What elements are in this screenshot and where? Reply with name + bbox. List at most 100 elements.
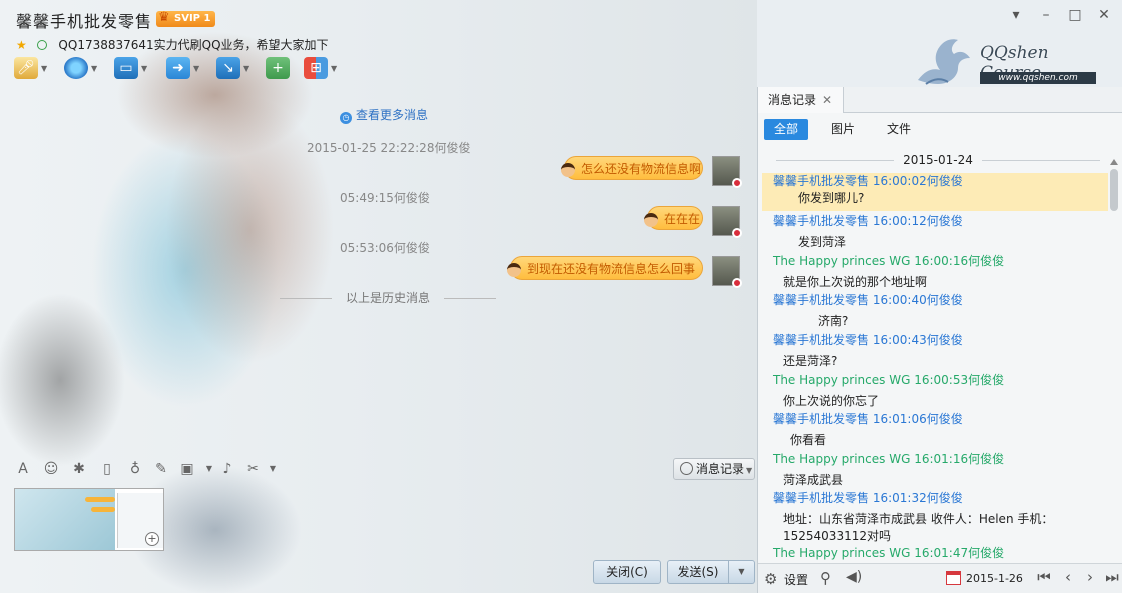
filter-files[interactable]: 文件 (877, 119, 921, 140)
previous-page-icon[interactable]: ‹ (1058, 568, 1078, 586)
message-header: 馨馨手机批发零售 16:01:32何俊俊 (762, 490, 1108, 507)
calendar-date[interactable]: 2015-1-26 (966, 572, 1023, 585)
avatar[interactable] (712, 206, 742, 238)
chevron-down-icon: ▼ (243, 63, 250, 73)
next-page-icon[interactable]: › (1080, 568, 1100, 586)
message-header: The Happy princes WG 16:00:53何俊俊 (762, 372, 1108, 389)
tab-message-history[interactable]: 消息记录 ✕ (758, 87, 844, 113)
sender-name: The Happy princes WG (773, 373, 911, 387)
scissors-icon[interactable]: ✂ (244, 460, 262, 478)
screen-share-icon: ▭ (114, 57, 138, 79)
tab-bar: 消息记录 ✕ (758, 87, 1122, 113)
voice-message-icon[interactable]: ♁ (126, 460, 144, 478)
search-icon[interactable]: ⚲ (820, 569, 831, 587)
video-call-button[interactable]: ▼ (64, 55, 97, 81)
list-item[interactable]: The Happy princes WG 16:01:16何俊俊 菏泽成武县 (762, 451, 1108, 489)
message-time: 16:00:53何俊俊 (914, 373, 1005, 387)
star-icon: ★ (16, 38, 27, 52)
message-header: The Happy princes WG 16:00:16何俊俊 (762, 253, 1108, 270)
sender-name: 馨馨手机批发零售 (773, 214, 870, 228)
thumbnail-bubble (85, 497, 115, 502)
list-item[interactable]: 馨馨手机批发零售 16:01:06何俊俊 你看看 (762, 411, 1108, 449)
first-page-icon[interactable]: ⏮︎ (1034, 568, 1054, 586)
avatar[interactable] (712, 156, 742, 188)
shake-icon[interactable]: ▯ (98, 460, 116, 478)
message-time: 16:01:16何俊俊 (914, 452, 1005, 466)
screen-share-button[interactable]: ▭ ▼ (114, 55, 147, 81)
list-item[interactable]: 馨馨手机批发零售 16:00:12何俊俊 发到菏泽 (762, 213, 1108, 251)
chevron-down-icon[interactable]: ▼ (264, 460, 282, 478)
history-button-label: 消息记录 (696, 462, 745, 476)
message-time: 16:01:47何俊俊 (914, 546, 1005, 560)
send-button[interactable]: 发送(S) (667, 560, 729, 584)
list-item[interactable]: The Happy princes WG 16:00:16何俊俊 就是你上次说的… (762, 253, 1108, 291)
history-scrollbar[interactable] (1109, 159, 1119, 561)
list-item[interactable]: 馨馨手机批发零售 16:00:43何俊俊 还是菏泽? (762, 332, 1108, 370)
settings-button[interactable]: 设置 (784, 571, 808, 588)
message-time: 16:01:06何俊俊 (872, 412, 963, 426)
file-transfer-button[interactable]: ➜ ▼ (166, 55, 199, 81)
chevron-down-icon: ▼ (193, 63, 200, 73)
message-time: 16:00:12何俊俊 (872, 214, 963, 228)
dropdown-menu-button[interactable]: ▾ (1004, 4, 1028, 26)
chevron-down-icon: ▼ (41, 63, 48, 73)
list-item[interactable]: The Happy princes WG 16:01:47何俊俊 (762, 545, 1108, 561)
screenshot-thumbnail[interactable]: + (14, 488, 164, 551)
view-more-messages-link[interactable]: ◷ 查看更多消息 (340, 106, 428, 124)
minimize-button[interactable]: – (1034, 4, 1058, 26)
message-text: 菏泽成武县 (783, 473, 844, 487)
message-time: 16:00:40何俊俊 (872, 293, 963, 307)
apps-button[interactable]: ⊞ ▼ (304, 55, 337, 81)
message-timestamp: 2015-01-25 22:22:28何俊俊 (307, 141, 471, 155)
last-page-icon[interactable]: ⏭︎ (1102, 568, 1122, 586)
voice-call-button[interactable]: 🎤︎ ▼ (14, 55, 47, 81)
gear-icon[interactable]: ⚙ (764, 570, 777, 588)
list-item[interactable]: 馨馨手机批发零售 16:01:32何俊俊 地址：山东省菏泽市成武县 收件人：He… (762, 490, 1108, 545)
sender-name: 馨馨手机批发零售 (773, 491, 870, 505)
filter-all[interactable]: 全部 (764, 119, 809, 140)
message-bubble: 在在在 (644, 206, 703, 230)
remote-desktop-button[interactable]: ↘ ▼ (216, 55, 249, 81)
calendar-icon[interactable] (946, 571, 961, 585)
message-text: 你上次说的你忘了 (783, 394, 880, 408)
message-text: 就是你上次说的那个地址啊 (783, 275, 928, 289)
file-transfer-icon: ➜ (166, 57, 190, 79)
edit-icon[interactable]: ✎ (152, 460, 170, 478)
list-item[interactable]: 馨馨手机批发零售 16:00:02何俊俊 你发到哪儿? (762, 173, 1108, 211)
add-chat-button[interactable]: + (266, 55, 290, 81)
font-icon[interactable]: A (14, 460, 32, 478)
sender-name: 馨馨手机批发零售 (773, 293, 870, 307)
list-item[interactable]: 馨馨手机批发零售 16:00:40何俊俊 济南? (762, 292, 1108, 330)
thumbnail-bubble (91, 507, 115, 512)
close-button[interactable]: 关闭(C) (593, 560, 661, 584)
message-text: 你发到哪儿? (798, 191, 865, 205)
speaker-icon[interactable]: ◀︎) (846, 569, 862, 585)
message-text: 发到菏泽 (798, 235, 847, 249)
signature-icon (36, 40, 47, 50)
close-tab-icon[interactable]: ✕ (822, 93, 832, 107)
message-history-button[interactable]: 消息记录 ▼ (673, 458, 755, 480)
image-icon[interactable]: ▣ (178, 460, 196, 478)
music-icon[interactable]: ♪ (218, 460, 236, 478)
avatar[interactable] (712, 256, 742, 288)
filter-images[interactable]: 图片 (821, 119, 865, 140)
scroll-up-icon[interactable] (1110, 159, 1118, 165)
maximize-button[interactable]: □ (1063, 4, 1087, 26)
message-header: The Happy princes WG 16:01:16何俊俊 (762, 451, 1108, 468)
title-bar: 馨馨手机批发零售 ♛ SVIP 1 ▾ – □ ✕ (0, 0, 1122, 31)
vip-badge[interactable]: ♛ SVIP 1 (156, 10, 216, 27)
send-options-dropdown[interactable]: ▼ (729, 560, 755, 584)
clock-icon (680, 462, 693, 475)
scroll-thumb[interactable] (1110, 169, 1118, 211)
dragon-icon (918, 39, 970, 85)
nudge-icon[interactable]: ✱ (70, 460, 88, 478)
zoom-in-icon[interactable]: + (145, 532, 159, 546)
message-header: 馨馨手机批发零售 16:00:40何俊俊 (762, 292, 1108, 309)
emoji-picker-icon[interactable]: ☺ (42, 460, 60, 478)
sender-name: The Happy princes WG (773, 254, 911, 268)
list-item[interactable]: The Happy princes WG 16:00:53何俊俊 你上次说的你忘… (762, 372, 1108, 410)
message-text: 在在在 (664, 212, 701, 226)
chevron-down-icon[interactable]: ▼ (200, 460, 218, 478)
close-window-button[interactable]: ✕ (1092, 4, 1116, 26)
chevron-down-icon: ▼ (141, 63, 148, 73)
